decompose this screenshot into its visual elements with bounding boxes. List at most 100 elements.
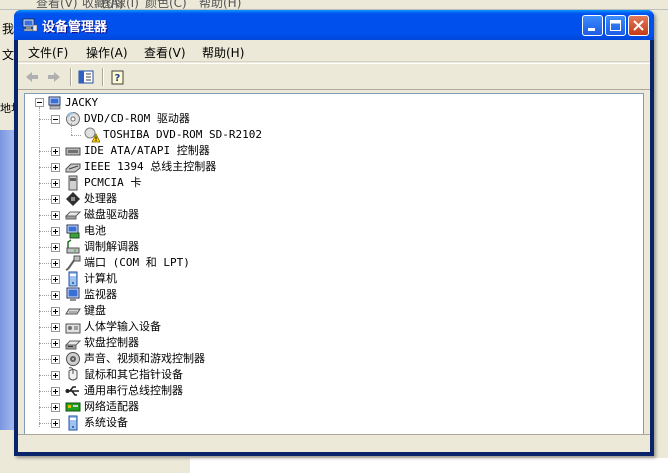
status-bar (18, 434, 650, 452)
menu-view[interactable]: 查看(V) (144, 44, 186, 61)
tree-node-label: 鼠标和其它指针设备 (84, 368, 183, 381)
tree-node-label: 处理器 (84, 192, 117, 205)
tree-node-label: 计算机 (84, 272, 117, 285)
hid-icon (65, 319, 81, 335)
tree-node-label: 监视器 (84, 288, 117, 301)
minimize-button[interactable] (582, 15, 603, 36)
tree-node-label: 调制解调器 (84, 240, 139, 253)
expand-toggle[interactable] (51, 211, 60, 220)
tree-guide-line (71, 135, 81, 136)
tree-node-label: TOSHIBA DVD-ROM SD-R2102 (103, 128, 262, 141)
expand-toggle[interactable] (51, 163, 60, 172)
maximize-icon (610, 20, 621, 31)
maximize-button[interactable] (605, 15, 626, 36)
tree-guide-line (71, 123, 72, 135)
battery-icon (65, 223, 81, 239)
background-menu-item: 图像(I) (102, 0, 139, 10)
computer-icon (65, 271, 81, 287)
warning-device-icon (84, 127, 101, 143)
tree-node-label: 声音、视频和游戏控制器 (84, 352, 205, 365)
tree-node-label: 磁盘驱动器 (84, 208, 139, 221)
tree-node-label: 端口 (COM 和 LPT) (84, 256, 190, 269)
expand-toggle[interactable] (51, 307, 60, 316)
root-computer-icon (48, 95, 64, 111)
tree-node-label: DVD/CD-ROM 驱动器 (84, 112, 190, 125)
device-tree: JACKY DVD/CD-ROM 驱动器 TOSHIBA DVD-ROM SD-R2… (25, 94, 637, 437)
modem-icon (65, 239, 81, 255)
system-device-icon (65, 415, 81, 431)
tree-node-label: IEEE 1394 总线主控制器 (84, 160, 217, 173)
tree-node-label: 电池 (84, 224, 106, 237)
expand-toggle[interactable] (51, 371, 60, 380)
root-collapse-toggle[interactable] (35, 98, 44, 107)
expand-toggle[interactable] (51, 323, 60, 332)
properties-icon (78, 70, 94, 84)
tree-node-label: 软盘控制器 (84, 336, 139, 349)
expand-toggle[interactable] (51, 147, 60, 156)
menu-file[interactable]: 文件(F) (28, 44, 68, 61)
collapse-toggle[interactable] (51, 115, 60, 124)
toolbar-separator (70, 68, 72, 86)
keyboard-icon (65, 303, 81, 319)
monitor-icon (65, 287, 81, 303)
sound-icon (65, 351, 81, 367)
background-menubar: 查看(V) 收藏(A) 图像(I) 颜色(C) 帮助(H) (0, 0, 668, 10)
properties-button[interactable] (76, 68, 96, 86)
menu-help[interactable]: 帮助(H) (202, 44, 244, 61)
expand-toggle[interactable] (51, 275, 60, 284)
background-menu-item: 颜色(C) (145, 0, 187, 10)
network-icon (65, 399, 81, 415)
floppy-icon (64, 335, 82, 351)
close-button[interactable] (628, 15, 649, 36)
back-icon (26, 72, 38, 82)
expand-toggle[interactable] (51, 243, 60, 252)
minimize-icon (588, 28, 595, 31)
device-manager-window: 设备管理器 文件(F) 操作(A) 查看(V) 帮助(H) ? JACKY DV… (14, 10, 654, 456)
expand-toggle[interactable] (51, 195, 60, 204)
tree-node-label: 人体学输入设备 (84, 320, 161, 333)
back-button[interactable] (22, 68, 42, 86)
help-icon: ? (111, 70, 124, 85)
disk-drive-icon (64, 207, 82, 223)
background-menu-item: 查看(V) (36, 0, 78, 10)
menu-action[interactable]: 操作(A) (86, 44, 128, 61)
cdrom-icon (65, 111, 81, 127)
usb-icon (65, 383, 81, 399)
expand-toggle[interactable] (51, 355, 60, 364)
toolbar: ? (18, 63, 650, 90)
window-title: 设备管理器 (42, 20, 108, 35)
expand-toggle[interactable] (51, 387, 60, 396)
background-menu-fragment: 文 (2, 48, 15, 62)
ieee1394-icon (65, 159, 81, 175)
expand-toggle[interactable] (51, 259, 60, 268)
tree-node-label: PCMCIA 卡 (84, 176, 142, 189)
device-manager-icon (22, 18, 38, 32)
forward-icon (48, 72, 60, 82)
help-button[interactable]: ? (108, 68, 128, 86)
menu-bar: 文件(F) 操作(A) 查看(V) 帮助(H) (18, 40, 650, 62)
window-client-area: 文件(F) 操作(A) 查看(V) 帮助(H) ? JACKY DVD/CD-R… (18, 40, 650, 452)
expand-toggle[interactable] (51, 291, 60, 300)
background-menu-item: 帮助(H) (199, 0, 242, 10)
forward-button[interactable] (44, 68, 64, 86)
tree-node-label: IDE ATA/ATAPI 控制器 (84, 144, 210, 157)
toolbar-separator (102, 68, 104, 86)
tree-node-label: 系统设备 (84, 416, 128, 429)
expand-toggle[interactable] (51, 339, 60, 348)
expand-toggle[interactable] (51, 179, 60, 188)
tree-node-label: 通用串行总线控制器 (84, 384, 183, 397)
expand-toggle[interactable] (51, 227, 60, 236)
tree-root-label: JACKY (65, 96, 99, 109)
expand-toggle[interactable] (51, 403, 60, 412)
tree-node-label: 网络适配器 (84, 400, 139, 413)
processor-icon (65, 191, 81, 207)
title-bar[interactable]: 设备管理器 (14, 10, 654, 40)
port-icon (65, 255, 81, 271)
mouse-icon (65, 367, 81, 383)
pcmcia-icon (65, 175, 81, 191)
close-icon (633, 20, 644, 31)
tree-guide-line (39, 107, 40, 427)
tree-node-label: 键盘 (84, 304, 106, 317)
background-title-fragment: 我 (2, 22, 15, 36)
expand-toggle[interactable] (51, 419, 60, 428)
